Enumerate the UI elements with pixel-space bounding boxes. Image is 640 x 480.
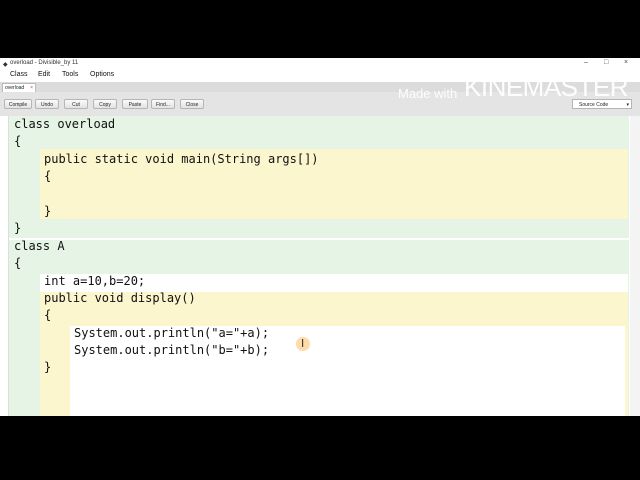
code-line: { bbox=[44, 169, 52, 183]
code-line: } bbox=[44, 204, 52, 218]
watermark-made-with: Made with bbox=[398, 86, 458, 101]
code-line: System.out.println("b="+b); bbox=[74, 343, 270, 357]
code-line: class A bbox=[14, 239, 65, 253]
code-line: } bbox=[14, 221, 22, 235]
cut-button[interactable]: Cut bbox=[64, 99, 88, 109]
code-editor[interactable]: class overload { public static void main… bbox=[0, 116, 640, 416]
code-line: class overload bbox=[14, 117, 116, 131]
maximize-button[interactable]: □ bbox=[604, 58, 608, 68]
menu-class[interactable]: Class bbox=[10, 68, 28, 82]
copy-button[interactable]: Copy bbox=[93, 99, 117, 109]
undo-button[interactable]: Undo bbox=[35, 99, 59, 109]
menu-edit[interactable]: Edit bbox=[38, 68, 50, 82]
tab-overload[interactable]: overload × bbox=[2, 83, 36, 92]
tab-label: overload bbox=[5, 85, 25, 91]
code-line: System.out.println("a="+a); bbox=[74, 326, 270, 340]
close-button[interactable]: Close bbox=[180, 99, 204, 109]
code-line: public void display() bbox=[44, 291, 196, 305]
close-tab-icon[interactable]: × bbox=[30, 84, 33, 92]
line-gutter bbox=[0, 116, 9, 416]
ide-window: ◆ overload - Divisible_by 11 – □ × Class… bbox=[0, 58, 640, 416]
menu-options[interactable]: Options bbox=[90, 68, 114, 82]
title-bar: ◆ overload - Divisible_by 11 – □ × bbox=[0, 58, 640, 68]
menu-tools[interactable]: Tools bbox=[62, 68, 78, 82]
code-line: public static void main(String args[]) bbox=[44, 152, 319, 166]
paste-button[interactable]: Paste bbox=[122, 99, 148, 109]
window-title: overload - Divisible_by 11 bbox=[10, 60, 79, 66]
vertical-scrollbar[interactable] bbox=[630, 116, 640, 416]
close-window-button[interactable]: × bbox=[624, 58, 628, 68]
code-line: { bbox=[14, 134, 22, 148]
code-line: { bbox=[14, 256, 22, 270]
code-line: { bbox=[44, 308, 52, 322]
watermark-brand: KINEMASTER bbox=[464, 72, 629, 102]
compile-button[interactable]: Compile bbox=[4, 99, 32, 109]
text-cursor: I bbox=[296, 337, 310, 351]
code-line: int a=10,b=20; bbox=[44, 274, 146, 288]
minimize-button[interactable]: – bbox=[584, 58, 588, 68]
ibeam-cursor-icon: I bbox=[301, 337, 305, 350]
code-line: } bbox=[44, 360, 52, 374]
find-button[interactable]: Find... bbox=[151, 99, 175, 109]
